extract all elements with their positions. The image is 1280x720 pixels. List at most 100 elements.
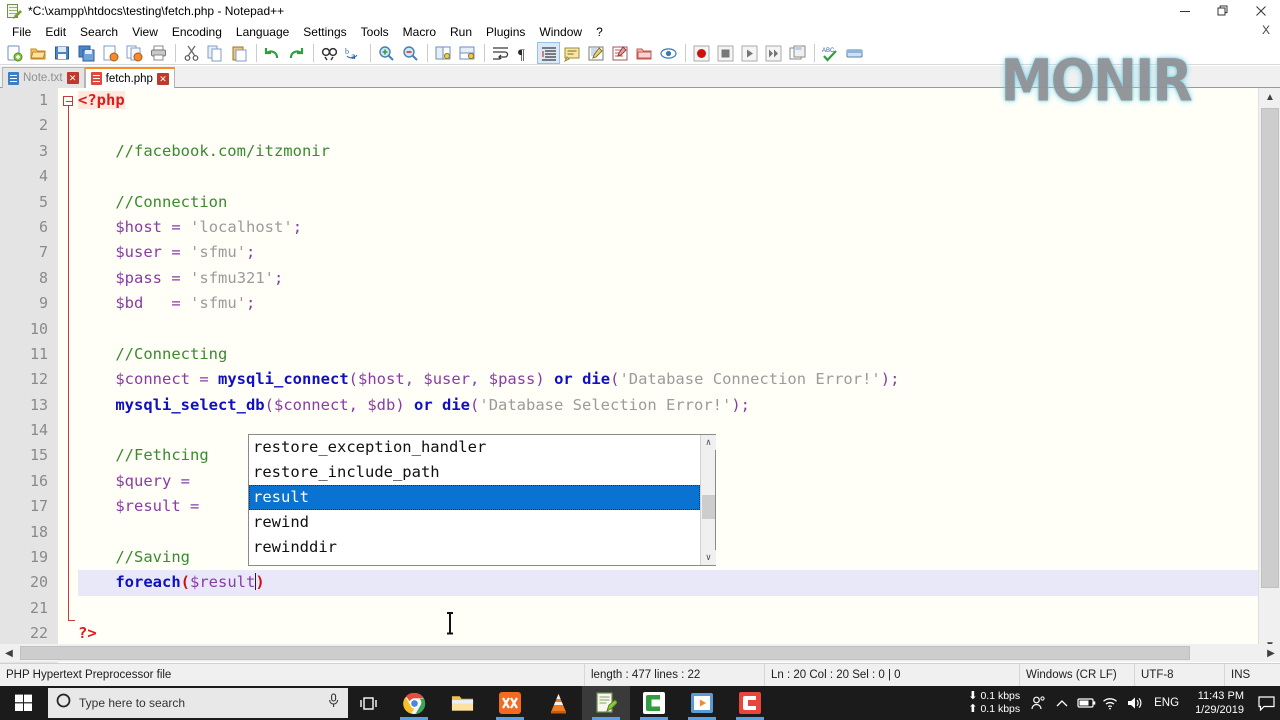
menu-macro[interactable]: Macro <box>396 24 443 40</box>
chevron-up-icon[interactable] <box>1050 686 1074 720</box>
zoom-out-icon[interactable] <box>399 42 422 64</box>
task-view-icon[interactable] <box>348 686 390 720</box>
autocomplete-item[interactable]: rewinddir <box>249 535 700 560</box>
wifi-icon[interactable] <box>1098 686 1122 720</box>
xampp-taskbar-icon[interactable] <box>486 686 534 720</box>
code-folding-column[interactable] <box>58 88 78 668</box>
notepadpp-taskbar-icon[interactable] <box>582 686 630 720</box>
camtasia-recorder-icon[interactable] <box>726 686 774 720</box>
redo-icon[interactable] <box>285 42 308 64</box>
paste-icon[interactable] <box>228 42 251 64</box>
menu-help[interactable]: ? <box>589 24 610 40</box>
menu-tools[interactable]: Tools <box>354 24 396 40</box>
menu-encoding[interactable]: Encoding <box>165 24 229 40</box>
scroll-up-arrow-icon[interactable]: ▲ <box>1259 88 1280 106</box>
restore-button[interactable] <box>1204 0 1242 22</box>
word-wrap-icon[interactable] <box>489 42 512 64</box>
menu-view[interactable]: View <box>125 24 165 40</box>
stop-macro-icon[interactable] <box>714 42 737 64</box>
people-icon[interactable] <box>1026 686 1050 720</box>
search-input[interactable]: Type here to search <box>48 688 348 718</box>
autocomplete-item-selected[interactable]: result <box>249 485 700 510</box>
indent-guide-icon[interactable] <box>537 41 560 64</box>
fold-collapse-icon[interactable] <box>63 96 73 106</box>
record-macro-icon[interactable] <box>690 42 713 64</box>
menu-search[interactable]: Search <box>73 24 125 40</box>
cut-icon[interactable] <box>180 42 203 64</box>
spell-check-icon[interactable]: ABC <box>819 42 842 64</box>
autocomplete-scrollbar[interactable]: ∧ ∨ <box>700 435 716 565</box>
file-explorer-taskbar-icon[interactable] <box>438 686 486 720</box>
line-number: 7 <box>38 243 48 262</box>
editor-horizontal-scrollbar[interactable]: ◀ ▶ <box>0 644 1280 662</box>
new-file-icon[interactable] <box>3 42 26 64</box>
editor-vertical-scrollbar[interactable]: ▲ ▼ <box>1258 88 1280 654</box>
minimize-button[interactable] <box>1166 0 1204 22</box>
find-icon[interactable] <box>318 42 341 64</box>
scrollbar-thumb[interactable] <box>20 646 1190 660</box>
monitoring-icon[interactable] <box>657 42 680 64</box>
function-list-icon[interactable] <box>609 42 632 64</box>
scrollbar-thumb[interactable] <box>1261 108 1279 588</box>
clock-time: 11:43 PM <box>1197 690 1244 702</box>
menu-plugins[interactable]: Plugins <box>479 24 532 40</box>
movie-maker-taskbar-icon[interactable] <box>678 686 726 720</box>
show-all-chars-icon[interactable]: ¶ <box>513 42 536 64</box>
autocomplete-item[interactable]: rewind <box>249 510 700 535</box>
autocomplete-item[interactable]: restore_exception_handler <box>249 435 700 460</box>
chrome-taskbar-icon[interactable] <box>390 686 438 720</box>
open-file-icon[interactable] <box>27 42 50 64</box>
folder-workspace-icon[interactable] <box>633 42 656 64</box>
menu-run[interactable]: Run <box>443 24 479 40</box>
close-button[interactable] <box>1242 0 1280 22</box>
scroll-down-arrow-icon[interactable]: ∨ <box>701 550 716 565</box>
menu-settings[interactable]: Settings <box>296 24 353 40</box>
user-language-icon[interactable] <box>561 42 584 64</box>
tab-close-icon[interactable]: ✕ <box>156 72 169 85</box>
play-macro-icon[interactable] <box>738 42 761 64</box>
vlc-taskbar-icon[interactable] <box>534 686 582 720</box>
start-button[interactable] <box>0 686 48 720</box>
autocomplete-popup[interactable]: restore_exception_handler restore_includ… <box>248 434 716 566</box>
doc-map-icon[interactable] <box>585 42 608 64</box>
network-speed-indicator[interactable]: ⬇ ⬆ 0.1 kbps 0.1 kbps <box>962 690 1026 716</box>
document-close-button[interactable]: X <box>1262 23 1270 37</box>
menu-file[interactable]: File <box>5 24 38 40</box>
microphone-icon[interactable] <box>327 693 340 713</box>
menu-language[interactable]: Language <box>229 24 296 40</box>
notification-icon[interactable] <box>1252 686 1280 720</box>
replace-icon[interactable]: ba <box>342 42 365 64</box>
scroll-up-arrow-icon[interactable]: ∧ <box>701 435 716 450</box>
close-all-icon[interactable] <box>123 42 146 64</box>
sync-vertical-icon[interactable] <box>432 42 455 64</box>
save-macro-icon[interactable] <box>786 42 809 64</box>
tab-fetch-php[interactable]: fetch.php ✕ <box>84 67 175 88</box>
code-line: <?php <box>78 91 125 109</box>
zoom-in-icon[interactable] <box>375 42 398 64</box>
scroll-left-arrow-icon[interactable]: ◀ <box>0 644 18 662</box>
speaker-icon[interactable] <box>1122 686 1146 720</box>
menu-edit[interactable]: Edit <box>38 24 73 40</box>
camtasia-taskbar-icon[interactable] <box>630 686 678 720</box>
undo-icon[interactable] <box>261 42 284 64</box>
copy-icon[interactable] <box>204 42 227 64</box>
close-file-icon[interactable] <box>99 42 122 64</box>
clock[interactable]: 11:43 PM 1/29/2019 <box>1187 689 1252 717</box>
battery-icon[interactable] <box>1074 686 1098 720</box>
scroll-right-arrow-icon[interactable]: ▶ <box>1262 644 1280 662</box>
save-all-icon[interactable] <box>75 42 98 64</box>
language-indicator[interactable]: ENG <box>1146 697 1187 709</box>
menu-window[interactable]: Window <box>532 24 589 40</box>
scrollbar-thumb[interactable] <box>702 495 715 519</box>
sync-horizontal-icon[interactable] <box>456 42 479 64</box>
run-icon[interactable] <box>843 42 866 64</box>
save-icon[interactable] <box>51 42 74 64</box>
tab-close-icon[interactable]: ✕ <box>66 72 79 84</box>
code-editor[interactable]: 1 2 3 4 5 6 7 8 9 10 11 12 13 14 15 16 1… <box>0 88 1280 668</box>
tab-note-txt[interactable]: Note.txt ✕ <box>2 67 85 88</box>
print-icon[interactable] <box>147 42 170 64</box>
code-text-area[interactable]: <?php //facebook.com/itzmonir //Connecti… <box>78 88 1258 668</box>
autocomplete-list[interactable]: restore_exception_handler restore_includ… <box>249 435 700 565</box>
autocomplete-item[interactable]: restore_include_path <box>249 460 700 485</box>
run-macro-multi-icon[interactable] <box>762 42 785 64</box>
